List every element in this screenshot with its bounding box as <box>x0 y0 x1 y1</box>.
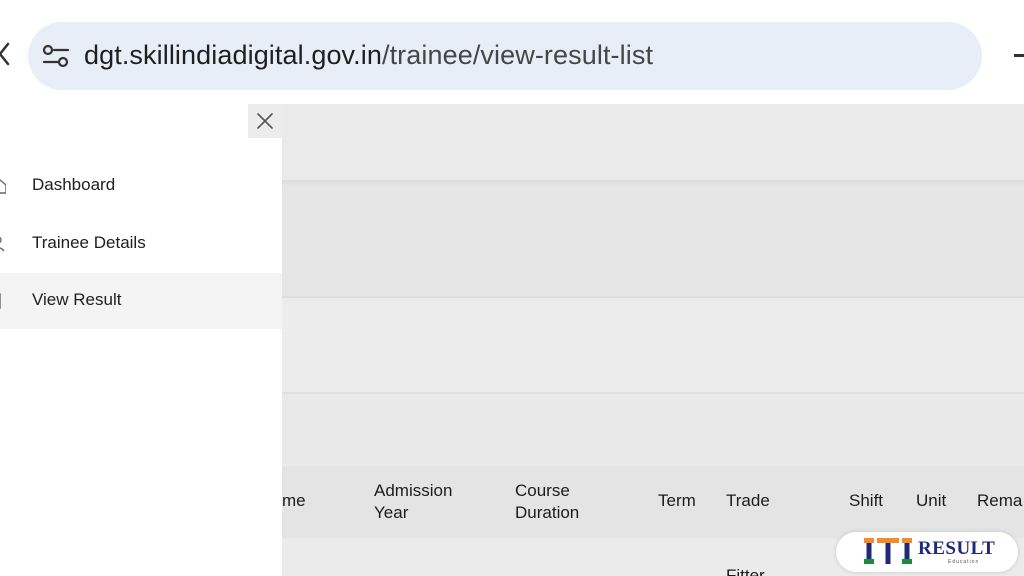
logo-text: RESULT <box>918 538 996 559</box>
sidebar-drawer: Dashboard Trainee Details View Result <box>0 104 282 576</box>
column-header-admission-year: Admission Year <box>374 481 453 522</box>
logo-subtext: Education <box>948 559 980 565</box>
url-path: /trainee/view-result-list <box>381 40 654 70</box>
column-header-remarks: Rema <box>977 491 1023 510</box>
column-header-name: me <box>282 491 306 510</box>
sidebar-item-label: View Result <box>32 290 122 309</box>
content-band <box>282 186 1024 296</box>
content-band <box>282 298 1024 392</box>
sidebar-item-view-result[interactable]: View Result <box>0 273 282 329</box>
column-header-term: Term <box>658 491 696 510</box>
table-cell-trade: Fitter <box>726 566 765 576</box>
close-sidebar-button[interactable] <box>248 104 282 138</box>
url-host: dgt.skillindiadigital.gov.in <box>84 40 382 70</box>
column-header-course-duration: Course Duration <box>515 481 580 522</box>
iti-logo-icon <box>864 538 912 564</box>
column-header-shift: Shift <box>849 491 884 510</box>
menu-icon[interactable] <box>1014 54 1024 57</box>
column-header-trade: Trade <box>726 491 770 510</box>
browser-toolbar: dgt.skillindiadigital.gov.in/trainee/vie… <box>0 0 1024 104</box>
url-text[interactable]: dgt.skillindiadigital.gov.in/trainee/vie… <box>84 40 653 71</box>
sidebar-item-label: Dashboard <box>32 175 116 194</box>
close-icon <box>257 113 273 129</box>
page-header-band <box>282 104 1024 182</box>
sidebar-item-trainee-details[interactable]: Trainee Details <box>0 216 282 272</box>
watermark-logo: RESULT Education <box>836 532 1018 572</box>
user-icon <box>0 236 5 252</box>
column-header-unit: Unit <box>916 491 947 510</box>
home-icon <box>0 179 6 194</box>
content-band <box>282 394 1024 464</box>
document-icon <box>0 293 1 309</box>
site-settings-icon[interactable] <box>42 44 70 68</box>
sidebar-item-label: Trainee Details <box>32 233 146 252</box>
sidebar-item-dashboard[interactable]: Dashboard <box>0 158 282 214</box>
back-arrow-icon[interactable] <box>0 42 10 66</box>
